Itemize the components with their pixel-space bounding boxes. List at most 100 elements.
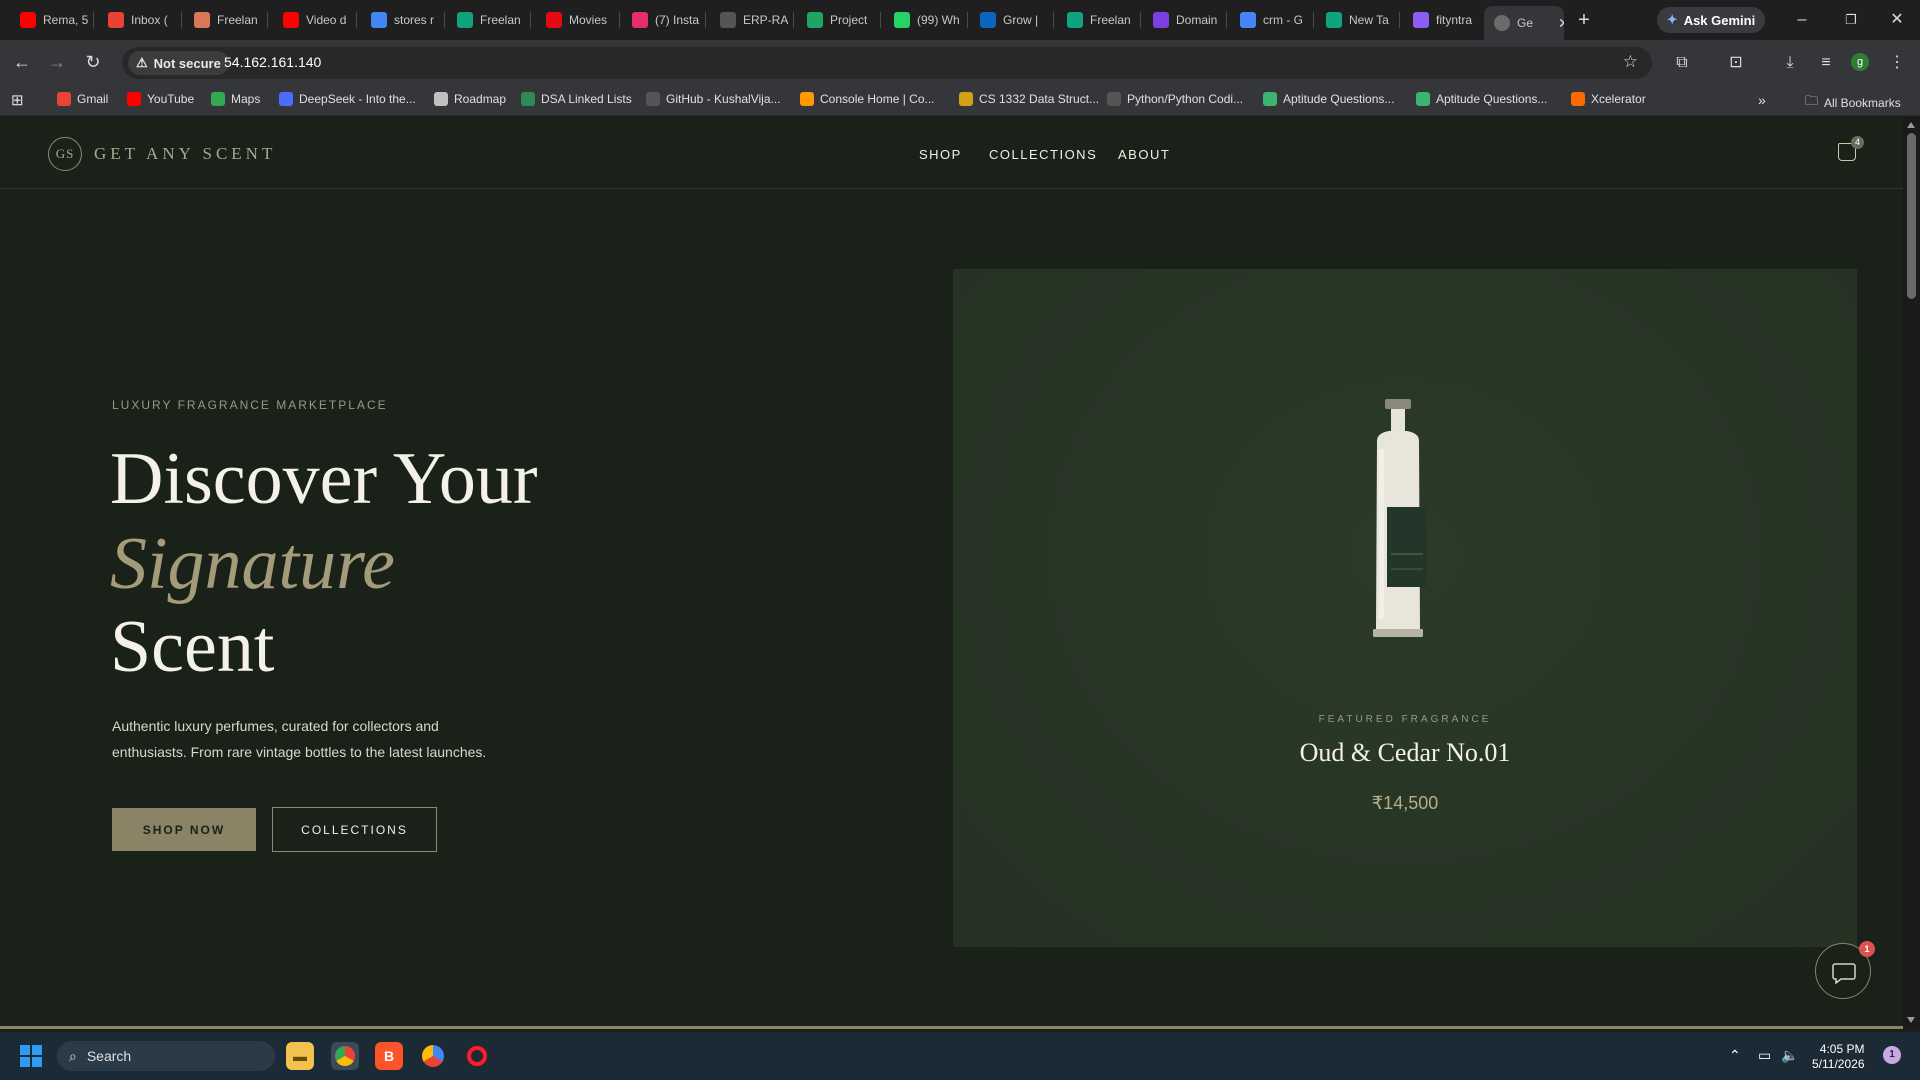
ask-gemini-button[interactable]: ✦ Ask Gemini bbox=[1657, 7, 1765, 33]
bookmark-item[interactable]: DSA Linked Lists bbox=[521, 92, 632, 106]
youtube-icon bbox=[127, 92, 141, 106]
browser-tab[interactable]: Inbox ( bbox=[98, 8, 178, 32]
browser-tab-active[interactable]: Ge ✕ bbox=[1484, 6, 1564, 40]
globe-icon bbox=[1494, 15, 1510, 31]
youtube-icon bbox=[20, 12, 36, 28]
browser-tab[interactable]: New Ta bbox=[1316, 8, 1396, 32]
shop-now-button[interactable]: SHOP NOW bbox=[112, 808, 256, 851]
nav-collections[interactable]: COLLECTIONS bbox=[989, 147, 1097, 162]
github-icon bbox=[1107, 92, 1121, 106]
bookmark-item[interactable]: Xcelerator bbox=[1571, 92, 1646, 106]
restore-icon[interactable]: ❐ bbox=[1836, 8, 1866, 32]
all-bookmarks[interactable]: 🗀 All Bookmarks bbox=[1805, 92, 1901, 114]
download-icon[interactable]: ⤓ bbox=[1779, 52, 1801, 74]
gemini-sparkle-icon: ✦ bbox=[1666, 12, 1678, 27]
bookmark-item[interactable]: Gmail bbox=[57, 92, 108, 106]
tab-separator bbox=[530, 12, 531, 28]
browser-tab-label: Ge bbox=[1517, 16, 1534, 30]
extensions-icon[interactable]: ⧉ bbox=[1671, 52, 1693, 74]
bookmark-label: Python/Python Codi... bbox=[1127, 92, 1244, 106]
windows-start-icon[interactable] bbox=[20, 1045, 42, 1067]
browser-tab[interactable]: stores r bbox=[361, 8, 441, 32]
browser-tab-label: stores r bbox=[394, 13, 435, 27]
bookmark-item[interactable]: DeepSeek - Into the... bbox=[279, 92, 416, 106]
tray-overflow-icon[interactable]: ⌃ bbox=[1729, 1047, 1741, 1064]
browser-tab[interactable]: (99) Wh bbox=[884, 8, 964, 32]
hero-heading-line1: Discover Your bbox=[110, 438, 538, 520]
minimize-icon[interactable]: – bbox=[1787, 8, 1817, 32]
bookmark-item[interactable]: YouTube bbox=[127, 92, 194, 106]
bookmark-item[interactable]: Maps bbox=[211, 92, 260, 106]
google-icon bbox=[1240, 12, 1256, 28]
kebab-menu-icon[interactable]: ⋮ bbox=[1886, 52, 1908, 74]
bookmark-star-icon[interactable]: ☆ bbox=[1623, 52, 1638, 72]
browser-tab-label: Project bbox=[830, 13, 868, 27]
opera-icon[interactable] bbox=[463, 1042, 491, 1070]
featured-product-name[interactable]: Oud & Cedar No.01 bbox=[953, 738, 1857, 768]
browser-tab[interactable]: Rema, 5 bbox=[10, 8, 90, 32]
browser-tab-label: crm - G bbox=[1263, 13, 1303, 27]
browser-tab[interactable]: Grow | bbox=[970, 8, 1050, 32]
logo-monogram[interactable]: GS bbox=[48, 137, 82, 171]
browser-tab-label: New Ta bbox=[1349, 13, 1389, 27]
page-scrollbar[interactable] bbox=[1903, 117, 1920, 1029]
logo-wordmark[interactable]: GET ANY SCENT bbox=[94, 144, 276, 164]
chrome-taskbar-icon[interactable] bbox=[331, 1042, 359, 1070]
close-window-icon[interactable]: ✕ bbox=[1882, 8, 1912, 32]
apps-grid-icon[interactable]: ⊞ bbox=[11, 91, 24, 109]
browser-tab[interactable]: Domain bbox=[1143, 8, 1223, 32]
browser-tab[interactable]: ERP-RA bbox=[710, 8, 790, 32]
back-arrow-icon[interactable]: ← bbox=[10, 50, 34, 74]
browser-tab[interactable]: Project bbox=[797, 8, 877, 32]
reload-icon[interactable]: ↻ bbox=[81, 50, 105, 74]
scroll-up-icon[interactable] bbox=[1907, 122, 1915, 128]
browser-tab[interactable]: (7) Insta bbox=[622, 8, 702, 32]
browser-tab[interactable]: crm - G bbox=[1230, 8, 1310, 32]
security-indicator[interactable]: ⚠ Not secure bbox=[128, 51, 229, 75]
browser-tab[interactable]: Freelan bbox=[447, 8, 527, 32]
youtube-icon bbox=[283, 12, 299, 28]
browser-tab-label: Freelan bbox=[1090, 13, 1131, 27]
browser-tab[interactable]: Freelan bbox=[184, 8, 264, 32]
bookmark-item[interactable]: Aptitude Questions... bbox=[1416, 92, 1547, 106]
collections-button[interactable]: COLLECTIONS bbox=[272, 807, 437, 852]
nav-shop[interactable]: SHOP bbox=[919, 147, 962, 162]
bookmark-item[interactable]: Aptitude Questions... bbox=[1263, 92, 1394, 106]
bookmark-item[interactable]: Roadmap bbox=[434, 92, 506, 106]
browser-tab[interactable]: Movies bbox=[536, 8, 616, 32]
bookmark-item[interactable]: Console Home | Co... bbox=[800, 92, 935, 106]
chromium-icon[interactable] bbox=[419, 1042, 447, 1070]
course-icon bbox=[959, 92, 973, 106]
browser-tab[interactable]: Freelan bbox=[1057, 8, 1137, 32]
browser-tab[interactable]: Video d bbox=[273, 8, 353, 32]
profile-avatar[interactable]: g bbox=[1851, 53, 1869, 71]
bookmark-item[interactable]: Python/Python Codi... bbox=[1107, 92, 1243, 106]
system-clock[interactable]: 4:05 PM 5/11/2026 bbox=[1812, 1042, 1865, 1072]
brave-icon[interactable]: B bbox=[375, 1042, 403, 1070]
nav-about[interactable]: ABOUT bbox=[1118, 147, 1170, 162]
taskbar-search[interactable]: ⌕ Search bbox=[57, 1041, 275, 1071]
tab-search-icon[interactable]: ⊡ bbox=[1725, 52, 1747, 74]
network-icon[interactable]: ▭ bbox=[1758, 1047, 1771, 1064]
bookmark-item[interactable]: CS 1332 Data Struct... bbox=[959, 92, 1099, 106]
bookmarks-overflow-icon[interactable]: » bbox=[1758, 92, 1766, 108]
notification-badge[interactable]: 1 bbox=[1883, 1046, 1901, 1064]
browser-tab-strip: Rema, 5 Inbox ( Freelan Video d stores r Free… bbox=[0, 0, 1920, 40]
browser-tab-label: Inbox ( bbox=[131, 13, 168, 27]
forward-arrow-icon[interactable]: → bbox=[45, 50, 69, 74]
volume-icon[interactable]: 🔈 bbox=[1781, 1047, 1798, 1064]
close-tab-icon[interactable]: ✕ bbox=[1558, 15, 1564, 32]
new-tab-button[interactable]: + bbox=[1572, 8, 1596, 32]
tab-separator bbox=[1226, 12, 1227, 28]
url-text[interactable]: 54.162.161.140 bbox=[224, 54, 321, 70]
bookmark-item[interactable]: GitHub - KushalVija... bbox=[646, 92, 781, 106]
file-explorer-icon[interactable]: ▬ bbox=[286, 1042, 314, 1070]
media-control-icon[interactable]: ≡ bbox=[1815, 52, 1837, 74]
featured-product-card[interactable]: FEATURED FRAGRANCE Oud & Cedar No.01 ₹14… bbox=[953, 269, 1857, 947]
scroll-thumb[interactable] bbox=[1907, 133, 1916, 299]
clock-time: 4:05 PM bbox=[1819, 1042, 1865, 1056]
browser-tab[interactable]: fityntra bbox=[1403, 8, 1483, 32]
address-bar[interactable]: ⚠ Not secure 54.162.161.140 ☆ bbox=[122, 47, 1652, 79]
whatsapp-icon bbox=[894, 12, 910, 28]
scroll-down-icon[interactable] bbox=[1907, 1017, 1915, 1023]
